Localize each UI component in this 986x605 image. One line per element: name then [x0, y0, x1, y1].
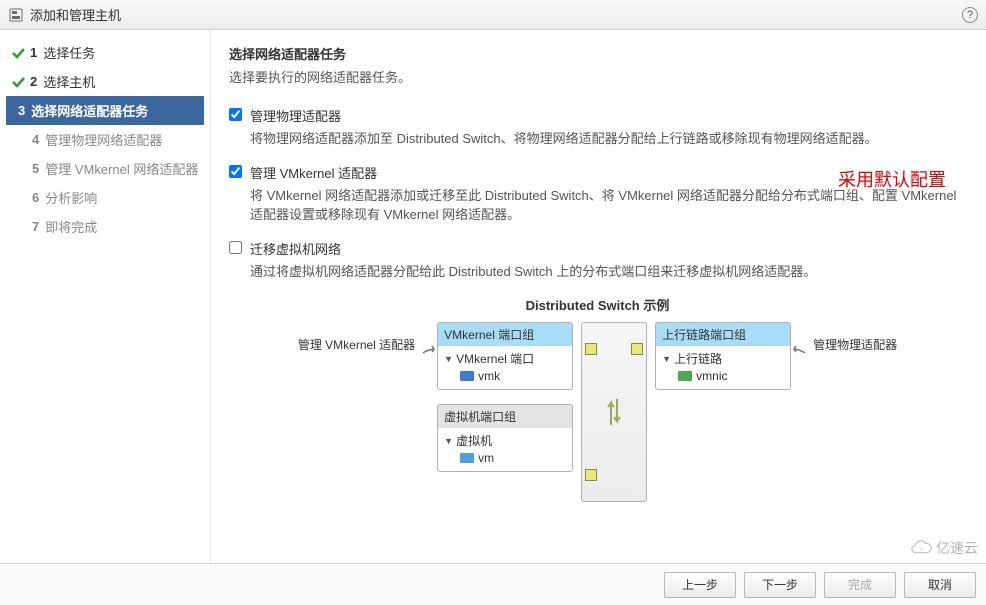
- watermark: Y 亿速云: [910, 537, 978, 559]
- step-label: 即将完成: [45, 217, 97, 236]
- step-label: 选择任务: [43, 43, 95, 62]
- finish-button: 完成: [824, 572, 896, 598]
- back-button[interactable]: 上一步: [664, 572, 736, 598]
- step-label: 分析影响: [45, 188, 97, 207]
- check-icon: [10, 45, 26, 61]
- bidirectional-arrow-icon: [605, 395, 623, 429]
- option-label: 迁移虚拟机网络: [250, 239, 966, 258]
- option-desc: 通过将虚拟机网络适配器分配给此 Distributed Switch 上的分布式…: [250, 262, 966, 282]
- vmnic-icon: [678, 371, 692, 381]
- connector: [647, 322, 655, 324]
- tree-leaf: vmnic: [696, 369, 727, 383]
- step-5-manage-vmkernel: 5 管理 VMkernel 网络适配器: [0, 154, 210, 183]
- check-icon: [10, 74, 26, 90]
- page-heading: 选择网络适配器任务: [229, 44, 966, 63]
- step-6-analyze-impact: 6 分析影响: [0, 183, 210, 212]
- option-migrate-vm-network: 迁移虚拟机网络 通过将虚拟机网络适配器分配给此 Distributed Swit…: [229, 239, 966, 282]
- chevron-down-icon: ▼: [444, 436, 453, 446]
- diagram-right-label: 管理物理适配器: [813, 336, 897, 353]
- option-desc: 将物理网络适配器添加至 Distributed Switch、将物理网络适配器分…: [250, 129, 966, 149]
- block-header: 虚拟机端口组: [438, 405, 572, 428]
- step-7-ready-complete: 7 即将完成: [0, 212, 210, 241]
- watermark-text: 亿速云: [936, 538, 978, 558]
- step-2-select-host[interactable]: 2 选择主机: [0, 67, 210, 96]
- vm-icon: [460, 453, 474, 463]
- cancel-button[interactable]: 取消: [904, 572, 976, 598]
- port-icon: [585, 343, 597, 355]
- diagram-left-label: 管理 VMkernel 适配器: [298, 336, 415, 353]
- next-button[interactable]: 下一步: [744, 572, 816, 598]
- step-3-network-adapter-task[interactable]: 3 选择网络适配器任务: [6, 96, 204, 125]
- chevron-down-icon: ▼: [444, 354, 453, 364]
- cloud-icon: Y: [910, 537, 932, 559]
- steps-sidebar: 1 选择任务 2 选择主机 3 选择网络适配器任务 4 管理物理网络适配器 5 …: [0, 30, 211, 563]
- page-subheading: 选择要执行的网络适配器任务。: [229, 67, 966, 86]
- title-bar: 添加和管理主机 ?: [0, 0, 986, 30]
- option-label: 管理物理适配器: [250, 106, 966, 125]
- step-label: 选择网络适配器任务: [31, 101, 148, 120]
- step-1-select-task[interactable]: 1 选择任务: [0, 38, 210, 67]
- vmk-icon: [460, 371, 474, 381]
- right-port-groups: 上行链路端口组 ▼上行链路 vmnic: [655, 322, 791, 390]
- svg-text:Y: Y: [919, 547, 923, 553]
- vmkernel-port-group: VMkernel 端口组 ▼VMkernel 端口 vmk: [437, 322, 573, 390]
- step-label: 选择主机: [43, 72, 95, 91]
- arrow-right-icon: [791, 344, 807, 365]
- tree-label: 上行链路: [674, 350, 722, 367]
- tree-label: VMkernel 端口: [456, 350, 534, 367]
- vm-port-group: 虚拟机端口组 ▼虚拟机 vm: [437, 404, 573, 472]
- checkbox-manage-physical[interactable]: [229, 108, 242, 121]
- main-pane: 选择网络适配器任务 选择要执行的网络适配器任务。 管理物理适配器 将物理网络适配…: [211, 30, 986, 563]
- option-manage-physical: 管理物理适配器 将物理网络适配器添加至 Distributed Switch、将…: [229, 106, 966, 149]
- port-icon: [585, 469, 597, 481]
- arrow-left-icon: [421, 344, 437, 365]
- help-icon[interactable]: ?: [962, 7, 978, 23]
- block-header: VMkernel 端口组: [438, 323, 572, 346]
- tree-leaf: vm: [478, 451, 494, 465]
- block-header: 上行链路端口组: [656, 323, 790, 346]
- wizard-body: 1 选择任务 2 选择主机 3 选择网络适配器任务 4 管理物理网络适配器 5 …: [0, 30, 986, 563]
- tree-leaf: vmk: [478, 369, 500, 383]
- connector: [573, 322, 581, 324]
- left-port-groups: VMkernel 端口组 ▼VMkernel 端口 vmk 虚拟机端口组 ▼虚拟…: [437, 322, 573, 472]
- tree-label: 虚拟机: [456, 432, 492, 449]
- diagram-title: Distributed Switch 示例: [229, 295, 966, 314]
- step-label: 管理 VMkernel 网络适配器: [45, 159, 198, 178]
- checkbox-migrate-vm-network[interactable]: [229, 241, 242, 254]
- step-label: 管理物理网络适配器: [45, 130, 162, 149]
- window-title: 添加和管理主机: [30, 5, 962, 24]
- port-icon: [631, 343, 643, 355]
- uplink-port-group: 上行链路端口组 ▼上行链路 vmnic: [655, 322, 791, 390]
- distributed-switch: [581, 322, 647, 502]
- diagram: 管理 VMkernel 适配器 VMkernel 端口组 ▼VMkernel 端…: [229, 322, 966, 502]
- annotation-default-config: 采用默认配置: [838, 166, 946, 192]
- checkbox-manage-vmkernel[interactable]: [229, 165, 242, 178]
- app-icon: [8, 7, 24, 23]
- wizard-footer: 上一步 下一步 完成 取消: [0, 563, 986, 605]
- chevron-down-icon: ▼: [662, 354, 671, 364]
- step-4-manage-physical: 4 管理物理网络适配器: [0, 125, 210, 154]
